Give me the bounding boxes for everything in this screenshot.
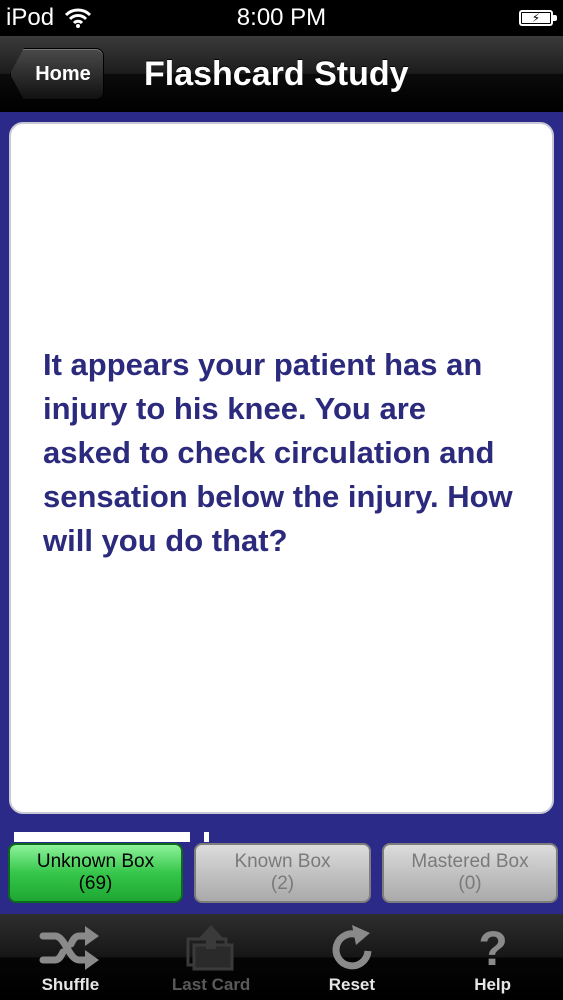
status-bar: iPod 8:00 PM ⚡ [0, 0, 563, 36]
shuffle-tab[interactable]: Shuffle [0, 914, 141, 1000]
home-back-button[interactable]: Home [10, 48, 104, 100]
last-card-icon [184, 925, 238, 971]
help-icon: ? [473, 925, 513, 971]
tab-label: Help [474, 975, 512, 994]
navigation-bar: Home Flashcard Study [0, 36, 563, 112]
progress-strip [14, 832, 214, 842]
reset-tab[interactable]: Reset [282, 914, 423, 1000]
tab-label: Last Card [171, 975, 251, 994]
flashcard-text: It appears your patient has an injury to… [43, 347, 513, 558]
last-card-tab[interactable]: Last Card [141, 914, 282, 1000]
help-tab[interactable]: ? Help [422, 914, 563, 1000]
study-boxes: Unknown Box (69) Known Box (2) Mastered … [8, 843, 558, 903]
box-count: (69) [78, 873, 113, 894]
mastered-box-button[interactable]: Mastered Box (0) [382, 843, 558, 903]
tab-label: Reset [328, 975, 376, 994]
progress-fill [14, 832, 190, 842]
tab-label: Shuffle [41, 975, 100, 994]
battery-icon: ⚡ [519, 10, 557, 26]
wifi-icon [64, 8, 92, 28]
box-count: (0) [458, 873, 482, 894]
box-label: Known Box [234, 851, 331, 872]
box-count: (2) [270, 873, 295, 894]
shuffle-icon [39, 925, 101, 971]
carrier-label: iPod [6, 4, 55, 31]
unknown-box-button[interactable]: Unknown Box (69) [8, 843, 183, 903]
svg-text:?: ? [478, 925, 507, 971]
progress-tick [204, 832, 209, 842]
reset-icon [328, 925, 376, 971]
status-left: iPod [6, 4, 92, 32]
box-label: Mastered Box [411, 851, 529, 872]
known-box-button[interactable]: Known Box (2) [194, 843, 371, 903]
charging-bolt-icon: ⚡ [531, 11, 541, 25]
tab-bar: Shuffle Last Card Reset ? Help [0, 914, 563, 1000]
box-label: Unknown Box [36, 851, 155, 872]
flashcard[interactable]: It appears your patient has an injury to… [9, 122, 554, 814]
page-title: Flashcard Study [144, 54, 409, 93]
